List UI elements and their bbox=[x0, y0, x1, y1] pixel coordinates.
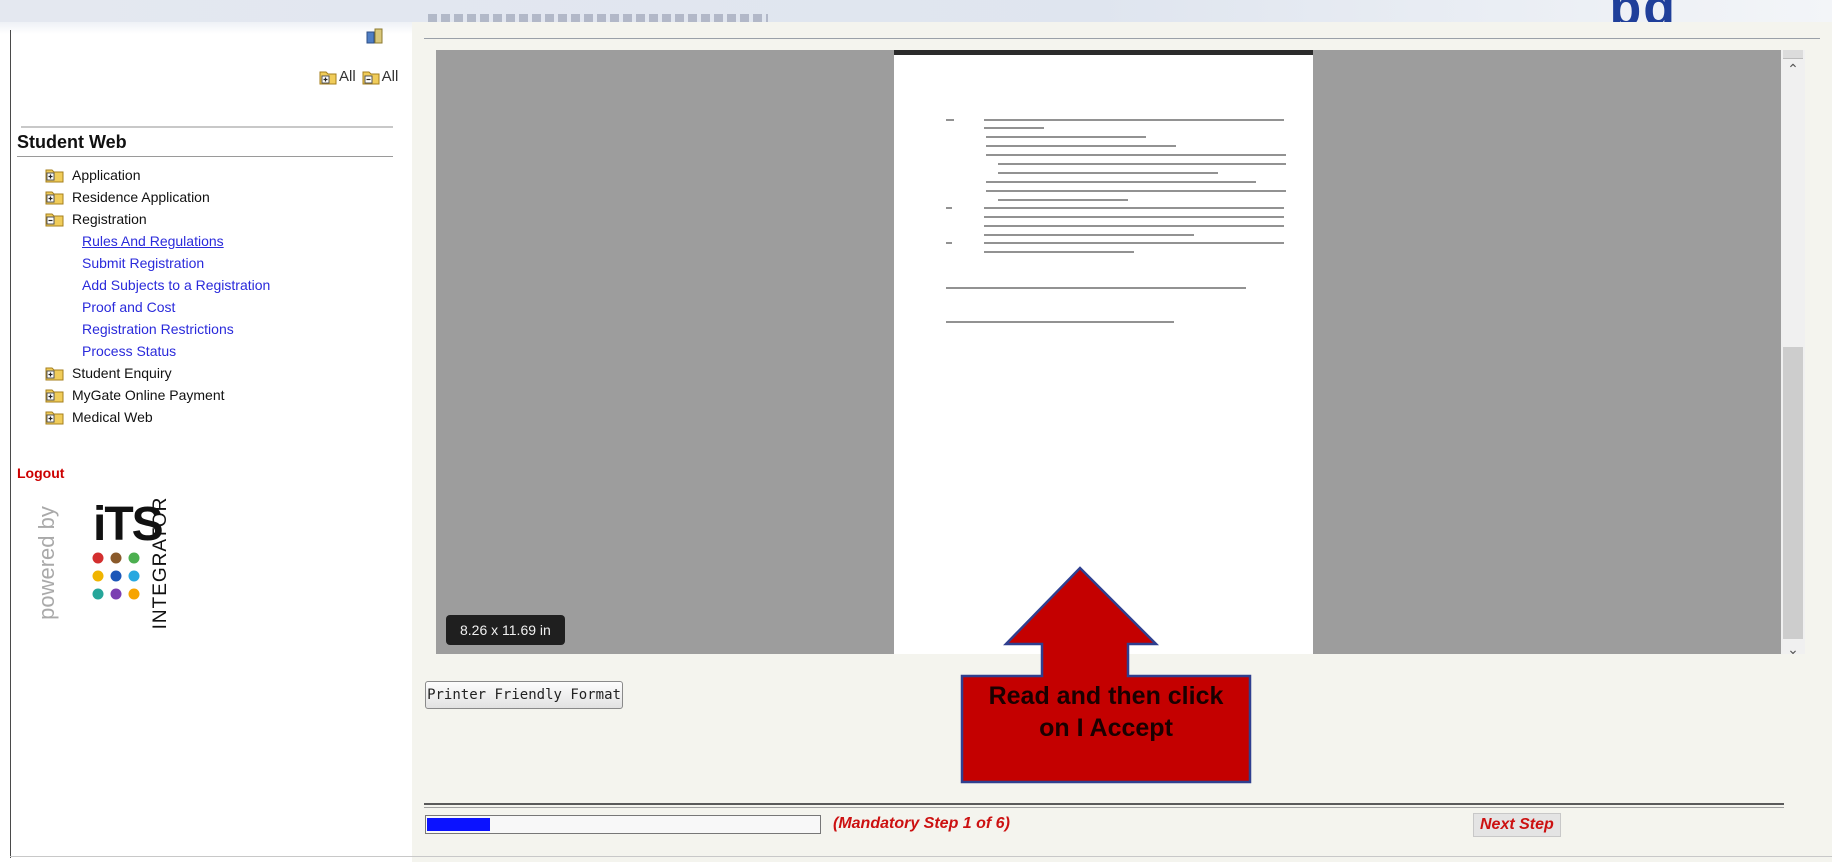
page-size-indicator: 8.26 x 11.69 in bbox=[446, 615, 565, 645]
progress-divider bbox=[424, 803, 1784, 805]
page-header-text bbox=[428, 14, 768, 22]
callout-instruction: Read and then click on I Accept bbox=[950, 680, 1262, 744]
sidebar-item-label: Application bbox=[72, 167, 141, 183]
plus-folder-icon bbox=[45, 191, 64, 205]
document-page bbox=[894, 50, 1313, 654]
scroll-up-arrow-icon[interactable]: ⌃ bbox=[1781, 60, 1805, 78]
next-step-button[interactable]: Next Step bbox=[1473, 813, 1561, 837]
sidebar-subitem-add-subjects[interactable]: Add Subjects to a Registration bbox=[82, 274, 270, 296]
viewer-scrollbar[interactable]: ⌃ ⌄ bbox=[1781, 50, 1805, 657]
sidebar: All All Student Web Application Residenc… bbox=[11, 22, 411, 856]
sidebar-item-registration[interactable]: Registration bbox=[45, 208, 147, 230]
sidebar-item-label: MyGate Online Payment bbox=[72, 387, 225, 403]
section-title-student-web: Student Web bbox=[17, 132, 127, 152]
progress-bar bbox=[425, 815, 821, 834]
tools-icon[interactable] bbox=[365, 26, 385, 46]
sidebar-subitem-rules-and-regulations[interactable]: Rules And Regulations bbox=[82, 230, 224, 252]
scrollbar-thumb[interactable] bbox=[1783, 347, 1803, 639]
logout-link[interactable]: Logout bbox=[17, 465, 64, 481]
expand-collapse-controls: All All bbox=[319, 68, 398, 85]
integrator-text: INTEGRATOR bbox=[150, 497, 171, 630]
printer-friendly-button[interactable]: Printer Friendly Format bbox=[425, 681, 623, 709]
powered-by-text: powered by bbox=[36, 506, 59, 620]
expand-folder-icon bbox=[319, 71, 337, 84]
sidebar-subitem-submit-registration[interactable]: Submit Registration bbox=[82, 252, 204, 274]
plus-folder-icon bbox=[45, 389, 64, 403]
sidebar-divider bbox=[21, 126, 393, 128]
callout-line-2: on I Accept bbox=[1039, 714, 1173, 742]
sidebar-item-label: Medical Web bbox=[72, 409, 153, 425]
plus-folder-icon bbox=[45, 411, 64, 425]
plus-folder-icon bbox=[45, 169, 64, 183]
bottom-frame-border bbox=[10, 856, 1832, 857]
collapse-all-button[interactable]: All bbox=[362, 68, 399, 85]
sidebar-item-label: Student Enquiry bbox=[72, 365, 172, 381]
section-title-underline bbox=[17, 156, 393, 157]
top-header-band bbox=[0, 0, 1832, 22]
sidebar-item-label: Residence Application bbox=[72, 189, 210, 205]
callout-line-1: Read and then click bbox=[988, 682, 1224, 710]
main-top-divider bbox=[424, 38, 1820, 39]
step-indicator: (Mandatory Step 1 of 6) bbox=[833, 815, 1010, 832]
collapse-all-label: All bbox=[381, 68, 399, 85]
document-viewer[interactable]: 8.26 x 11.69 in bbox=[436, 50, 1781, 654]
collapse-folder-icon bbox=[362, 71, 380, 84]
sidebar-subitem-proof-and-cost[interactable]: Proof and Cost bbox=[82, 296, 175, 318]
scroll-down-arrow-icon[interactable]: ⌄ bbox=[1781, 640, 1805, 658]
sidebar-item-label: Registration bbox=[72, 211, 147, 227]
sidebar-subitem-registration-restrictions[interactable]: Registration Restrictions bbox=[82, 318, 234, 340]
minus-folder-icon bbox=[45, 213, 64, 227]
progress-bar-fill bbox=[427, 818, 490, 831]
sidebar-subitem-process-status[interactable]: Process Status bbox=[82, 340, 176, 362]
sidebar-item-application[interactable]: Application bbox=[45, 164, 141, 186]
sidebar-item-mygate-online-payment[interactable]: MyGate Online Payment bbox=[45, 384, 225, 406]
sidebar-item-residence-application[interactable]: Residence Application bbox=[45, 186, 210, 208]
its-integrator-logo: powered by iTS INTEGRATOR bbox=[36, 497, 171, 630]
plus-folder-icon bbox=[45, 367, 64, 381]
callout-arrow bbox=[960, 566, 1252, 784]
expand-all-label: All bbox=[339, 68, 356, 85]
sidebar-item-student-enquiry[interactable]: Student Enquiry bbox=[45, 362, 172, 384]
progress-divider-secondary bbox=[424, 807, 1784, 808]
expand-all-button[interactable]: All bbox=[319, 68, 356, 85]
sidebar-item-medical-web[interactable]: Medical Web bbox=[45, 406, 153, 428]
